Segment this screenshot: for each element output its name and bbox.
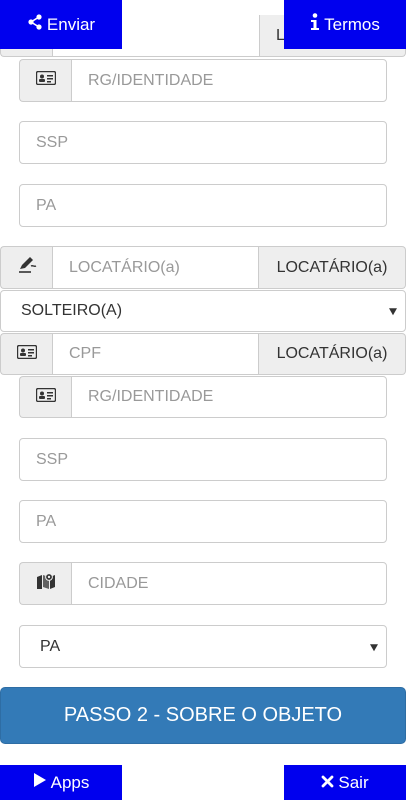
ssp-field-group-2: SSP	[19, 438, 387, 481]
ssp-input-1[interactable]: SSP	[19, 121, 387, 164]
info-icon	[310, 13, 324, 36]
rg-field-group-1: RG/IDENTIDADE	[19, 59, 387, 102]
rg-addon-1	[19, 59, 71, 102]
ssp-placeholder-2: SSP	[36, 450, 69, 468]
chevron-down-icon	[370, 643, 378, 651]
enviar-button[interactable]: Enviar	[0, 0, 122, 49]
termos-button[interactable]: Termos	[284, 0, 406, 49]
step-2-button[interactable]: PASSO 2 - SOBRE O OBJETO	[0, 687, 406, 744]
pa-field-group-2: PA	[19, 500, 387, 543]
rg-input-2[interactable]: RG/IDENTIDADE	[71, 376, 387, 418]
chevron-down-icon	[389, 308, 397, 316]
rg-field-group-2: RG/IDENTIDADE	[19, 376, 387, 418]
id-card-icon	[35, 70, 56, 90]
tenant-name-group: LOCATÁRIO(a) LOCATÁRIO(a)	[0, 246, 406, 289]
cpf-addon	[0, 333, 52, 375]
apps-label: Apps	[50, 772, 90, 792]
cpf-suffix: LOCATÁRIO(a)	[259, 333, 406, 375]
tenant-name-input[interactable]: LOCATÁRIO(a)	[52, 246, 259, 289]
signature-icon	[17, 256, 37, 279]
city-input[interactable]: CIDADE	[71, 562, 387, 605]
apps-button[interactable]: Apps	[0, 765, 122, 800]
ssp-placeholder-1: SSP	[36, 133, 69, 151]
share-icon	[27, 14, 47, 35]
rg-placeholder-1: RG/IDENTIDADE	[88, 71, 214, 89]
rg-addon-2	[19, 376, 71, 418]
cpf-suffix-label: LOCATÁRIO(a)	[276, 345, 388, 362]
close-icon	[321, 773, 338, 793]
enviar-label: Enviar	[46, 14, 96, 34]
cpf-input[interactable]: CPF	[52, 333, 259, 375]
state-value: PA	[40, 637, 61, 655]
city-field-group: CIDADE	[19, 562, 387, 605]
pa-placeholder-2: PA	[36, 512, 57, 530]
city-placeholder: CIDADE	[88, 574, 149, 592]
pa-input-1[interactable]: PA	[19, 184, 387, 227]
state-select[interactable]: PA	[19, 625, 387, 668]
step-2-label: PASSO 2 - SOBRE O OBJETO	[63, 704, 343, 726]
city-addon	[19, 562, 71, 605]
tenant-name-addon	[0, 246, 52, 289]
marital-status-value: SOLTEIRO(A)	[21, 302, 123, 319]
rg-placeholder-2: RG/IDENTIDADE	[88, 388, 214, 405]
ssp-input-2[interactable]: SSP	[19, 438, 387, 481]
sair-label: Sair	[338, 772, 369, 792]
sair-button[interactable]: Sair	[284, 765, 406, 800]
map-icon	[36, 572, 56, 595]
ssp-field-group-1: SSP	[19, 121, 387, 164]
termos-label: Termos	[324, 14, 380, 34]
tenant-name-placeholder: LOCATÁRIO(a)	[69, 258, 180, 276]
tenant-name-suffix: LOCATÁRIO(a)	[259, 246, 406, 289]
cpf-field-group: CPF LOCATÁRIO(a)	[0, 333, 406, 375]
rg-input-1[interactable]: RG/IDENTIDADE	[71, 59, 387, 102]
cpf-placeholder: CPF	[69, 345, 101, 362]
play-icon	[33, 772, 51, 793]
id-card-icon	[16, 344, 37, 364]
pa-input-2[interactable]: PA	[19, 500, 387, 543]
pa-placeholder-1: PA	[36, 196, 57, 214]
tenant-name-suffix-label: LOCATÁRIO(a)	[276, 258, 388, 276]
pa-field-group-1: PA	[19, 184, 387, 227]
id-card-icon	[35, 387, 56, 407]
marital-status-select[interactable]: SOLTEIRO(A)	[0, 290, 406, 332]
